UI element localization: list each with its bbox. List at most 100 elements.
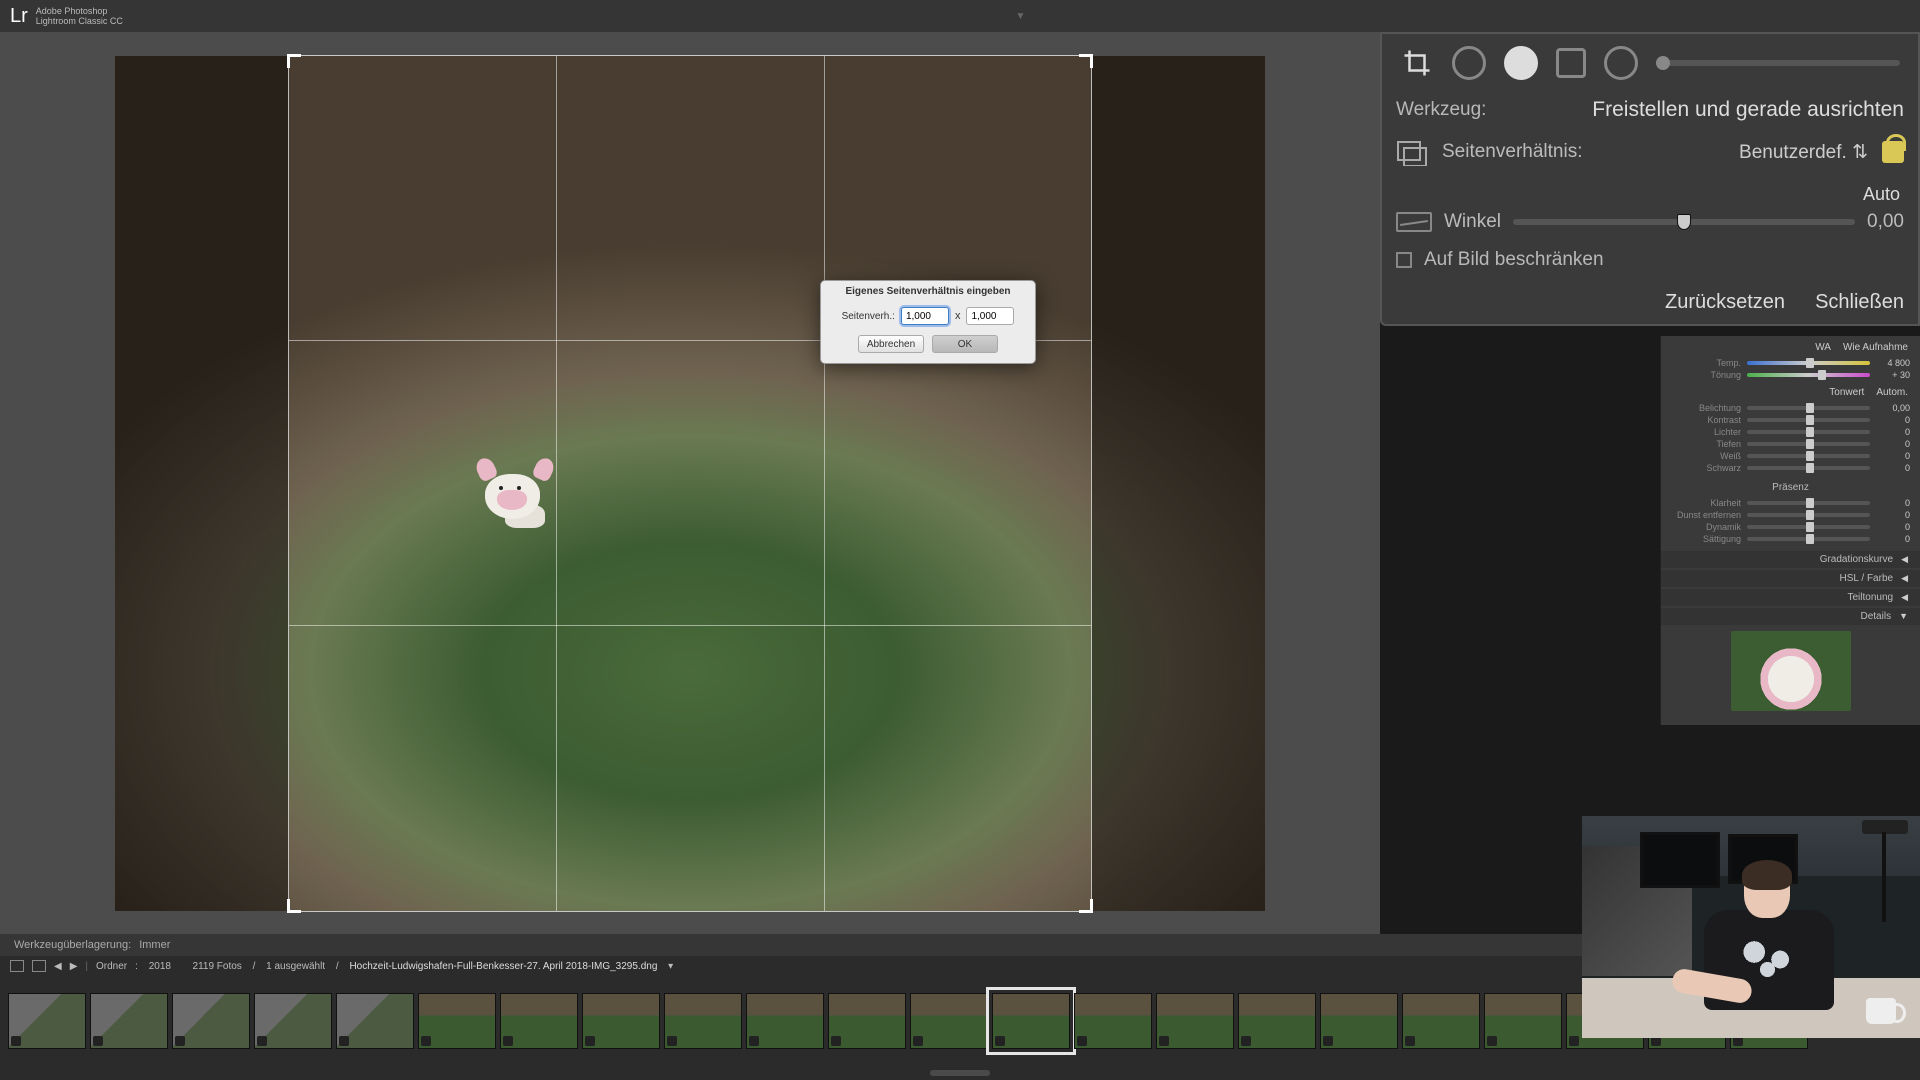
slider[interactable] [1747, 454, 1870, 458]
dialog-title: Eigenes Seitenverhältnis eingeben [821, 281, 1035, 301]
tool-label: Werkzeug: [1396, 99, 1486, 121]
thumbnail[interactable] [1238, 993, 1316, 1049]
thumbnail[interactable] [746, 993, 824, 1049]
selection-count: 1 ausgewählt [266, 961, 325, 972]
auto-angle-button[interactable]: Auto [1394, 184, 1906, 205]
grid-view-icon[interactable] [10, 960, 24, 972]
ok-button[interactable]: OK [932, 335, 998, 353]
thumbnail[interactable] [336, 993, 414, 1049]
slider-label: Dunst entfernen [1671, 510, 1741, 520]
crop-tool-icon[interactable] [1400, 46, 1434, 80]
crop-handle-tl[interactable] [287, 54, 303, 70]
temp-label: Temp. [1671, 358, 1741, 368]
compare-view-icon[interactable] [32, 960, 46, 972]
angle-label: Winkel [1444, 211, 1501, 233]
thumbnail[interactable] [254, 993, 332, 1049]
app-name: Adobe Photoshop Lightroom Classic CC [36, 6, 123, 26]
folder-year: 2018 [149, 961, 171, 972]
thumbnail[interactable] [1156, 993, 1234, 1049]
slider-value: 0 [1876, 427, 1910, 437]
crop-dim-left [115, 56, 289, 911]
crop-overlay[interactable] [289, 56, 1091, 911]
thumbnail[interactable] [1484, 993, 1562, 1049]
gradient-tool-icon[interactable] [1556, 48, 1586, 78]
crop-handle-br[interactable] [1077, 897, 1093, 913]
close-button[interactable]: Schließen [1815, 291, 1904, 314]
panel-header[interactable]: Gradationskurve◀ [1661, 551, 1920, 568]
radial-tool-icon[interactable] [1604, 46, 1638, 80]
aspect-width-input[interactable] [901, 307, 949, 325]
chevron-updown-icon: ⇅ [1852, 142, 1868, 163]
thumbnail[interactable] [582, 993, 660, 1049]
angle-slider[interactable] [1513, 219, 1855, 225]
slider-value: 0,00 [1876, 403, 1910, 413]
slider[interactable] [1747, 537, 1870, 541]
wb-dropdown[interactable]: Wie Aufnahme [1843, 342, 1908, 353]
thumbnail[interactable] [664, 993, 742, 1049]
slider-value: 0 [1876, 522, 1910, 532]
crop-handle-tr[interactable] [1077, 54, 1093, 70]
thumbnail[interactable] [90, 993, 168, 1049]
thumbnail[interactable] [500, 993, 578, 1049]
aspect-lock-icon[interactable] [1882, 141, 1904, 163]
crop-dim-right [1091, 56, 1265, 911]
slider[interactable] [1747, 525, 1870, 529]
aspect-ratio-dialog: Eigenes Seitenverhältnis eingeben Seiten… [820, 280, 1036, 364]
panel-toggle-top-icon[interactable]: ▼ [1015, 11, 1025, 22]
presence-title: Präsenz [1661, 478, 1920, 495]
thumbnail[interactable] [1320, 993, 1398, 1049]
constrain-checkbox[interactable] [1396, 252, 1412, 268]
tool-title: Freistellen und gerade ausrichten [1592, 98, 1904, 122]
spot-tool-icon[interactable] [1452, 46, 1486, 80]
panel-header[interactable]: HSL / Farbe◀ [1661, 570, 1920, 587]
develop-panel: WA Wie Aufnahme Temp.4 800 Tönung+ 30 To… [1660, 336, 1920, 725]
folder-label: Ordner [96, 961, 127, 972]
slider[interactable] [1747, 466, 1870, 470]
brush-size-slider[interactable] [1656, 60, 1900, 66]
aspect-label: Seitenverhältnis: [1442, 141, 1582, 163]
reset-button[interactable]: Zurücksetzen [1665, 291, 1785, 314]
redeye-tool-icon[interactable] [1504, 46, 1538, 80]
slider-value: 0 [1876, 415, 1910, 425]
cancel-button[interactable]: Abbrechen [858, 335, 924, 353]
slider-value: 0 [1876, 510, 1910, 520]
temp-slider[interactable] [1747, 361, 1870, 365]
aspect-icon [1396, 138, 1428, 166]
panel-toggle-bottom-icon[interactable] [930, 1070, 990, 1076]
thumbnail[interactable] [172, 993, 250, 1049]
aspect-height-input[interactable] [966, 307, 1014, 325]
thumbnail[interactable] [828, 993, 906, 1049]
tint-slider[interactable] [1747, 373, 1870, 377]
aspect-dropdown[interactable]: Benutzerdef. ⇅ [1739, 141, 1868, 164]
panel-header[interactable]: Details▼ [1661, 608, 1920, 625]
slider[interactable] [1747, 501, 1870, 505]
thumbnail[interactable] [418, 993, 496, 1049]
app-logo: Lr [10, 5, 28, 28]
thumbnail[interactable] [1074, 993, 1152, 1049]
thumbnail[interactable] [910, 993, 988, 1049]
angle-value: 0,00 [1867, 211, 1904, 233]
slider[interactable] [1747, 406, 1870, 410]
thumbnail[interactable] [8, 993, 86, 1049]
slider-label: Schwarz [1671, 463, 1741, 473]
thumbnail[interactable] [992, 993, 1070, 1049]
tone-title: Tonwert [1829, 387, 1864, 398]
image-canvas[interactable]: Eigenes Seitenverhältnis eingeben Seiten… [0, 32, 1380, 934]
tint-value: + 30 [1876, 370, 1910, 380]
panel-header[interactable]: Teiltonung◀ [1661, 589, 1920, 606]
overlay-value-dropdown[interactable]: Immer [139, 939, 170, 951]
slider[interactable] [1747, 418, 1870, 422]
slider[interactable] [1747, 513, 1870, 517]
slider-label: Lichter [1671, 427, 1741, 437]
tone-auto-button[interactable]: Autom. [1876, 387, 1908, 398]
slider-label: Klarheit [1671, 498, 1741, 508]
overlay-label: Werkzeugüberlagerung: [14, 939, 131, 951]
thumbnail[interactable] [1402, 993, 1480, 1049]
crop-handle-bl[interactable] [287, 897, 303, 913]
slider[interactable] [1747, 442, 1870, 446]
crop-tool-panel: Werkzeug: Freistellen und gerade ausrich… [1380, 32, 1920, 326]
slider-value: 0 [1876, 463, 1910, 473]
slider-label: Belichtung [1671, 403, 1741, 413]
slider[interactable] [1747, 430, 1870, 434]
tint-label: Tönung [1671, 370, 1741, 380]
